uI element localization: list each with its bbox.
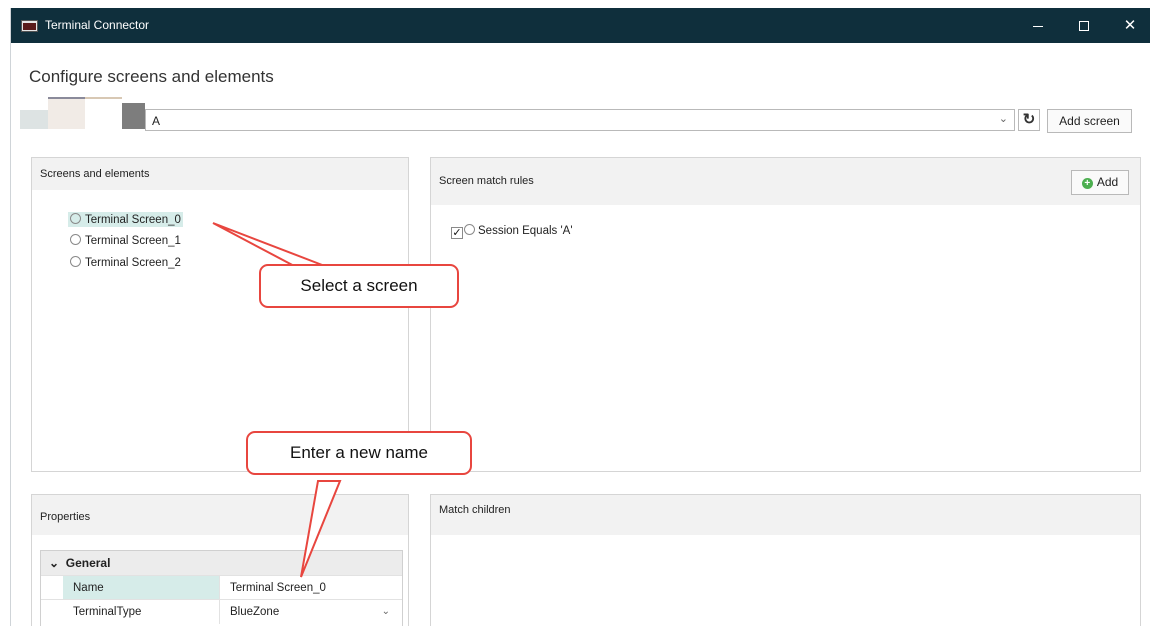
close-icon: ✕: [1123, 17, 1137, 34]
screen-item[interactable]: Terminal Screen_1: [68, 233, 183, 248]
screen-thumbnail: [20, 110, 48, 129]
properties-panel: Properties ⌄ General Name Terminal Scree…: [31, 494, 409, 626]
radio-icon: [70, 213, 81, 224]
property-group-general[interactable]: ⌄ General: [41, 551, 402, 575]
screen-item-label: Terminal Screen_1: [85, 235, 181, 247]
minimize-button[interactable]: [1015, 8, 1061, 43]
rule-label: Session Equals 'A': [478, 225, 573, 237]
screens-panel: Screens and elements Terminal Screen_0 T…: [31, 157, 409, 472]
terminal-type-value: BlueZone: [230, 606, 280, 618]
property-row-name: Name Terminal Screen_0: [41, 575, 402, 600]
panel-title: Properties: [32, 495, 408, 535]
session-combobox[interactable]: A ⌄: [145, 109, 1015, 131]
panel-title: Screens and elements: [32, 158, 408, 190]
refresh-icon: ↻: [1022, 111, 1036, 128]
page-title: Configure screens and elements: [29, 67, 274, 86]
session-value: A: [152, 114, 161, 128]
name-field[interactable]: Terminal Screen_0: [219, 576, 402, 600]
minimize-icon: [1033, 25, 1043, 27]
property-grid: ⌄ General Name Terminal Screen_0 Termina…: [40, 550, 403, 626]
add-rule-button[interactable]: + Add: [1071, 170, 1129, 195]
radio-icon: [70, 234, 81, 245]
screen-item-label: Terminal Screen_0: [85, 214, 181, 226]
title-bar: Terminal Connector ✕: [11, 8, 1150, 43]
group-label: General: [65, 556, 111, 570]
maximize-button[interactable]: [1061, 8, 1107, 43]
add-icon: +: [1081, 178, 1093, 189]
window-title: Terminal Connector: [45, 18, 150, 32]
close-button[interactable]: ✕: [1107, 8, 1150, 43]
maximize-icon: [1079, 21, 1089, 32]
add-screen-button[interactable]: Add screen: [1047, 109, 1132, 133]
property-key: Name: [63, 576, 219, 600]
panel-title: Screen match rules: [431, 158, 1140, 205]
property-row-terminal-type: TerminalType BlueZone ⌄: [41, 599, 402, 624]
screen-thumbnail: [122, 103, 145, 129]
rule-row: ✓ Session Equals 'A': [451, 224, 573, 239]
terminal-connector-window: Terminal Connector ✕ Configure screens a…: [10, 8, 1150, 626]
refresh-button[interactable]: ↻: [1018, 109, 1040, 131]
chevron-down-icon: ⌄: [998, 113, 1008, 125]
property-key: TerminalType: [73, 606, 142, 618]
enter-name-callout: Enter a new name: [246, 431, 472, 475]
select-screen-callout: Select a screen: [259, 264, 459, 308]
chevron-down-icon: ⌄: [381, 606, 390, 617]
screen-match-rules-panel: Screen match rules + Add ✓ Session Equals …: [430, 157, 1141, 472]
screen-item-label: Terminal Screen_2: [85, 257, 181, 269]
screen-thumbnail: [48, 97, 85, 129]
rule-checkbox[interactable]: ✓: [451, 227, 463, 239]
screen-item[interactable]: Terminal Screen_0: [68, 212, 183, 227]
panel-title: Match children: [431, 495, 1140, 535]
chevron-down-icon: ⌄: [49, 556, 60, 570]
match-children-panel: Match children: [430, 494, 1141, 626]
radio-icon[interactable]: [464, 224, 475, 235]
radio-icon: [70, 256, 81, 267]
add-rule-label: Add: [1096, 175, 1119, 189]
terminal-type-select[interactable]: BlueZone ⌄: [219, 600, 402, 624]
terminal-app-icon: [21, 20, 38, 32]
screen-thumbnail: [85, 97, 122, 129]
screen-item[interactable]: Terminal Screen_2: [68, 255, 183, 270]
cropped-text-fragment: [6, 0, 10, 8]
document-top-strip: [0, 0, 1150, 8]
